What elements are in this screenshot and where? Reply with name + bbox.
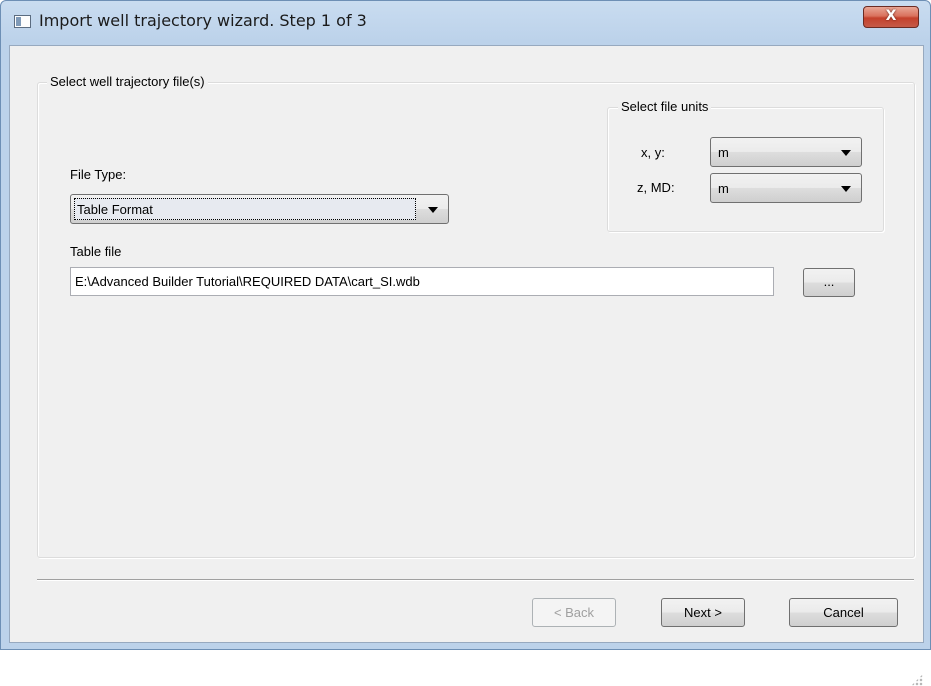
table-file-path-value: E:\Advanced Builder Tutorial\REQUIRED DA… [75, 274, 420, 289]
dialog-body: Select well trajectory file(s) Select fi… [9, 45, 924, 686]
file-selection-legend: Select well trajectory file(s) [47, 74, 208, 89]
browse-button[interactable]: ... [803, 268, 855, 297]
cancel-button[interactable]: Cancel [789, 598, 898, 627]
file-type-select[interactable]: Table Format [70, 194, 449, 224]
xy-units-label: x, y: [641, 145, 665, 160]
table-file-label: Table file [70, 244, 122, 259]
table-file-path-input[interactable]: E:\Advanced Builder Tutorial\REQUIRED DA… [70, 267, 774, 296]
file-type-label: File Type: [70, 167, 127, 182]
wizard-window: Import well trajectory wizard. Step 1 of… [0, 0, 931, 686]
chevron-down-icon [841, 186, 851, 192]
resize-grip-icon[interactable] [911, 674, 923, 686]
footer-divider [37, 579, 914, 581]
chevron-down-icon [841, 150, 851, 156]
file-type-value: Table Format [77, 202, 153, 217]
close-button[interactable]: X [863, 6, 919, 28]
next-button[interactable]: Next > [661, 598, 745, 627]
z-md-units-label: z, MD: [637, 180, 675, 195]
title-bar[interactable]: Import well trajectory wizard. Step 1 of… [1, 1, 930, 45]
file-units-group: Select file units [607, 99, 884, 232]
xy-units-select[interactable]: m [710, 137, 862, 167]
window-icon [14, 15, 31, 28]
z-md-units-value: m [718, 181, 729, 196]
file-units-legend: Select file units [618, 99, 712, 114]
z-md-units-select[interactable]: m [710, 173, 862, 203]
window-title: Import well trajectory wizard. Step 1 of… [39, 11, 367, 30]
xy-units-value: m [718, 145, 729, 160]
back-button[interactable]: < Back [532, 598, 616, 627]
chevron-down-icon [428, 207, 438, 213]
